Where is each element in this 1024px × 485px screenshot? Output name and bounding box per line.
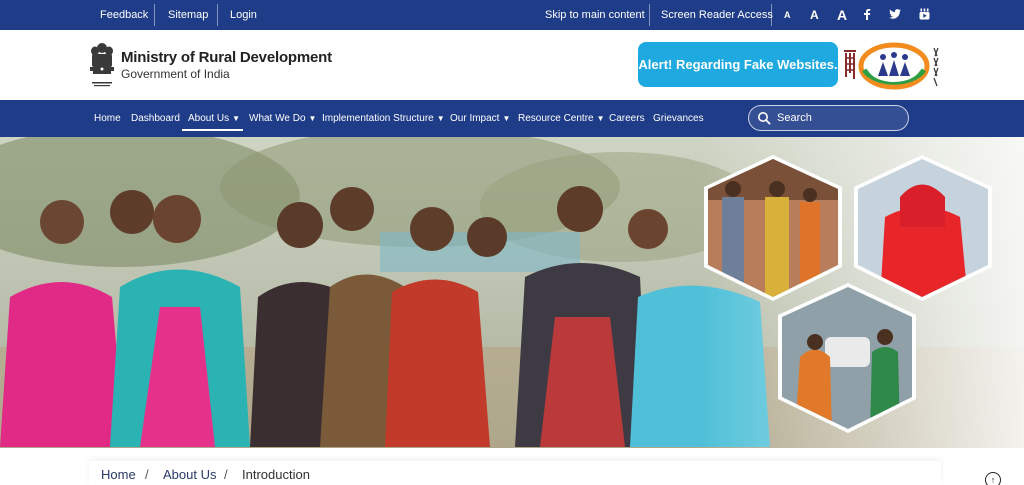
- breadcrumb: Home / About Us / Introduction: [89, 461, 941, 485]
- site-title: Ministry of Rural Development: [121, 49, 332, 66]
- breadcrumb-current: Introduction: [242, 467, 310, 482]
- hero-banner-image: [0, 137, 1024, 448]
- search-input[interactable]: Search: [748, 105, 909, 131]
- nav-item-dashboard[interactable]: Dashboard: [131, 100, 180, 137]
- breadcrumb-home-link[interactable]: Home: [101, 467, 136, 482]
- nav-item-what-we-do[interactable]: What We Do ▼: [249, 100, 316, 137]
- font-size-normal[interactable]: A: [810, 0, 819, 30]
- chevron-down-icon: ▼: [436, 114, 445, 123]
- nav-item-resource-centre[interactable]: Resource Centre ▼: [518, 100, 605, 137]
- feedback-link[interactable]: Feedback: [100, 0, 148, 30]
- site-subtitle: Government of India: [121, 67, 230, 81]
- font-size-increase[interactable]: A: [837, 0, 847, 30]
- divider: [771, 4, 772, 26]
- screen-reader-link[interactable]: Screen Reader Access: [661, 0, 773, 30]
- sitemap-link[interactable]: Sitemap: [168, 0, 208, 30]
- chevron-down-icon: ▼: [596, 114, 605, 123]
- nav-item-careers[interactable]: Careers: [609, 100, 645, 137]
- site-header: Ministry of Rural Development Government…: [0, 30, 1024, 100]
- breadcrumb-separator: /: [224, 467, 228, 482]
- nav-item-grievances[interactable]: Grievances: [653, 100, 704, 137]
- nav-item-our-impact[interactable]: Our Impact ▼: [450, 100, 510, 137]
- nav-item-about-us[interactable]: About Us ▼: [188, 100, 240, 137]
- top-utility-bar: Feedback Sitemap Login Skip to main cont…: [0, 0, 1024, 30]
- breadcrumb-separator: /: [145, 467, 149, 482]
- chevron-down-icon: ▼: [308, 114, 317, 123]
- nav-item-implementation-structure[interactable]: Implementation Structure ▼: [322, 100, 445, 137]
- active-nav-indicator: [182, 129, 243, 131]
- chevron-down-icon: ▼: [232, 114, 241, 123]
- nav-item-home[interactable]: Home: [94, 100, 121, 137]
- font-size-decrease[interactable]: A: [784, 0, 791, 30]
- twitter-icon[interactable]: [888, 7, 902, 21]
- search-icon: [758, 112, 771, 125]
- divider: [649, 4, 650, 26]
- aajeevika-logo: [842, 40, 947, 92]
- facebook-icon[interactable]: [860, 7, 874, 21]
- youtube-icon[interactable]: [917, 7, 931, 21]
- fake-websites-alert-button[interactable]: Alert! Regarding Fake Websites.: [638, 42, 838, 87]
- national-emblem-icon[interactable]: [88, 40, 116, 90]
- main-navigation: Home Dashboard About Us ▼ What We Do ▼ Imp…: [0, 100, 1024, 137]
- skip-to-main-link[interactable]: Skip to main content: [545, 0, 645, 30]
- divider: [217, 4, 218, 26]
- scroll-to-top-icon[interactable]: ↑: [985, 472, 1001, 485]
- chevron-down-icon: ▼: [502, 114, 511, 123]
- login-link[interactable]: Login: [230, 0, 257, 30]
- search-placeholder: Search: [777, 112, 812, 124]
- breadcrumb-about-us-link[interactable]: About Us: [163, 467, 216, 482]
- divider: [154, 4, 155, 26]
